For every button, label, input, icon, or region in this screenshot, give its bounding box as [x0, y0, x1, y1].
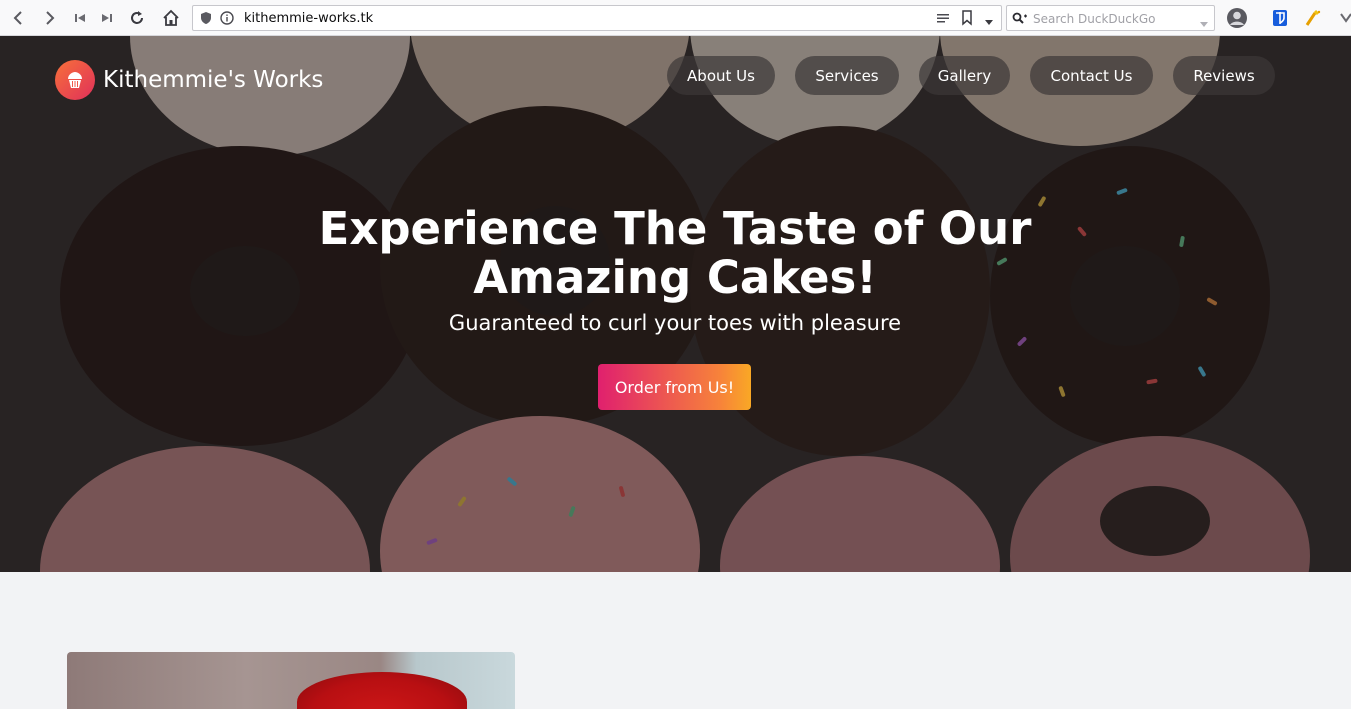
- info-icon[interactable]: [220, 11, 234, 30]
- brand-name: Kithemmie's Works: [103, 67, 324, 93]
- hero-overlay: [0, 36, 1351, 572]
- search-input[interactable]: Search DuckDuckGo: [1033, 12, 1155, 26]
- brand-logo-link[interactable]: Kithemmie's Works: [55, 60, 323, 100]
- hero-subtitle: Guaranteed to curl your toes with pleasu…: [448, 311, 902, 335]
- hero-title-line-1: Experience The Taste of Our: [318, 202, 1032, 255]
- nav-services[interactable]: Services: [795, 56, 899, 95]
- hero-section: Kithemmie's Works About Us Services Gall…: [0, 36, 1351, 572]
- skip-back-icon[interactable]: [68, 6, 92, 30]
- cupcake-icon: [55, 60, 95, 100]
- order-button[interactable]: Order from Us!: [598, 364, 751, 410]
- url-text[interactable]: kithemmie-works.tk: [244, 11, 373, 26]
- forward-icon[interactable]: [38, 6, 62, 30]
- account-icon[interactable]: [1225, 6, 1249, 30]
- search-bar[interactable]: Search DuckDuckGo: [1006, 5, 1215, 31]
- bookmark-icon[interactable]: [961, 10, 973, 31]
- hero-title-line-2: Amazing Cakes!: [473, 251, 877, 304]
- reload-icon[interactable]: [125, 6, 149, 30]
- url-bar[interactable]: kithemmie-works.tk: [192, 5, 1002, 31]
- browser-toolbar: kithemmie-works.tk Search DuckDuckGo: [0, 0, 1351, 36]
- password-manager-icon[interactable]: [1268, 6, 1292, 30]
- about-section: [0, 572, 1351, 709]
- back-icon[interactable]: [6, 6, 30, 30]
- chevron-down-icon[interactable]: [984, 14, 994, 32]
- hero-title: Experience The Taste of Our Amazing Cake…: [275, 204, 1075, 302]
- overflow-menu-icon[interactable]: [1334, 6, 1351, 30]
- search-icon: [1012, 12, 1028, 30]
- reader-view-icon[interactable]: [936, 11, 950, 30]
- rose-decoration: [297, 672, 467, 709]
- extension-icon[interactable]: [1302, 6, 1326, 30]
- nav-contact-us[interactable]: Contact Us: [1030, 56, 1153, 95]
- search-dropdown-icon[interactable]: [1199, 15, 1209, 33]
- cake-photo: [67, 652, 515, 709]
- home-icon[interactable]: [159, 6, 183, 30]
- nav-about-us[interactable]: About Us: [667, 56, 775, 95]
- nav-gallery[interactable]: Gallery: [919, 56, 1010, 95]
- shield-icon[interactable]: [200, 11, 212, 30]
- skip-forward-icon[interactable]: [95, 6, 119, 30]
- nav-reviews[interactable]: Reviews: [1173, 56, 1275, 95]
